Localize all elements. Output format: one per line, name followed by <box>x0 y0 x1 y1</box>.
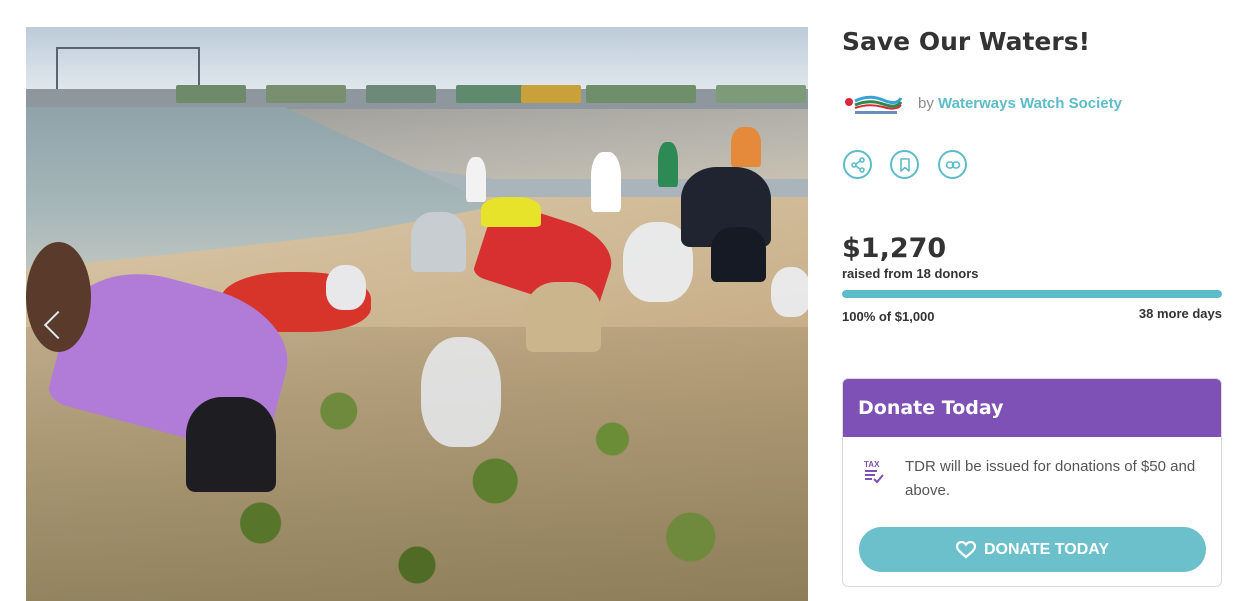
funding-progress-bar <box>842 290 1222 298</box>
photo-truck <box>521 85 581 103</box>
organizer-logo[interactable] <box>842 92 902 116</box>
photo-person-white <box>466 157 486 202</box>
funding-progress-fill <box>842 290 1222 298</box>
bookmark-button[interactable] <box>890 150 919 179</box>
photo-person-orange <box>731 127 761 167</box>
goal-percentage: 100% of $1,000 <box>842 309 935 324</box>
svg-text:TAX: TAX <box>864 460 880 469</box>
photo-white-bag <box>326 265 366 310</box>
photo-clear-bag <box>421 337 501 447</box>
donate-today-button[interactable]: DONATE TODAY <box>859 527 1206 572</box>
byline-prefix: by <box>918 95 934 112</box>
donate-card: Donate Today TAX TDR will be issued for … <box>842 378 1222 587</box>
copy-link-button[interactable] <box>938 150 967 179</box>
photo-person-yellow <box>481 197 541 227</box>
campaign-title: Save Our Waters! <box>842 27 1090 56</box>
share-button[interactable] <box>843 150 872 179</box>
photo-truck <box>366 85 436 103</box>
share-icon <box>850 156 865 173</box>
days-remaining: 38 more days <box>1138 306 1222 321</box>
tax-deduction-note: TDR will be issued for donations of $50 … <box>905 458 1196 499</box>
raised-from-donors: raised from 18 donors <box>842 266 979 281</box>
photo-person-navy-shorts <box>711 227 766 282</box>
photo-person-green <box>658 142 678 187</box>
heart-icon <box>955 540 976 558</box>
photo-person-khaki <box>526 282 601 352</box>
photo-clear-bag <box>771 267 808 317</box>
photo-truck <box>176 85 246 103</box>
organizer-link[interactable]: Waterways Watch Society <box>938 95 1122 112</box>
photo-person-grey <box>411 212 466 272</box>
amount-raised: $1,270 <box>842 233 947 264</box>
link-icon <box>945 160 960 169</box>
photo-person-shorts <box>186 397 276 492</box>
donate-card-header: Donate Today <box>843 379 1221 437</box>
photo-person-white <box>591 152 621 212</box>
bookmark-icon <box>899 157 910 172</box>
organizer-byline: by Waterways Watch Society <box>918 95 1122 112</box>
photo-truck <box>586 85 696 103</box>
donate-button-label: DONATE TODAY <box>983 540 1110 558</box>
tax-icon: TAX <box>864 460 884 484</box>
photo-truck <box>716 85 806 103</box>
campaign-hero-image <box>26 27 808 601</box>
photo-truck <box>266 85 346 103</box>
